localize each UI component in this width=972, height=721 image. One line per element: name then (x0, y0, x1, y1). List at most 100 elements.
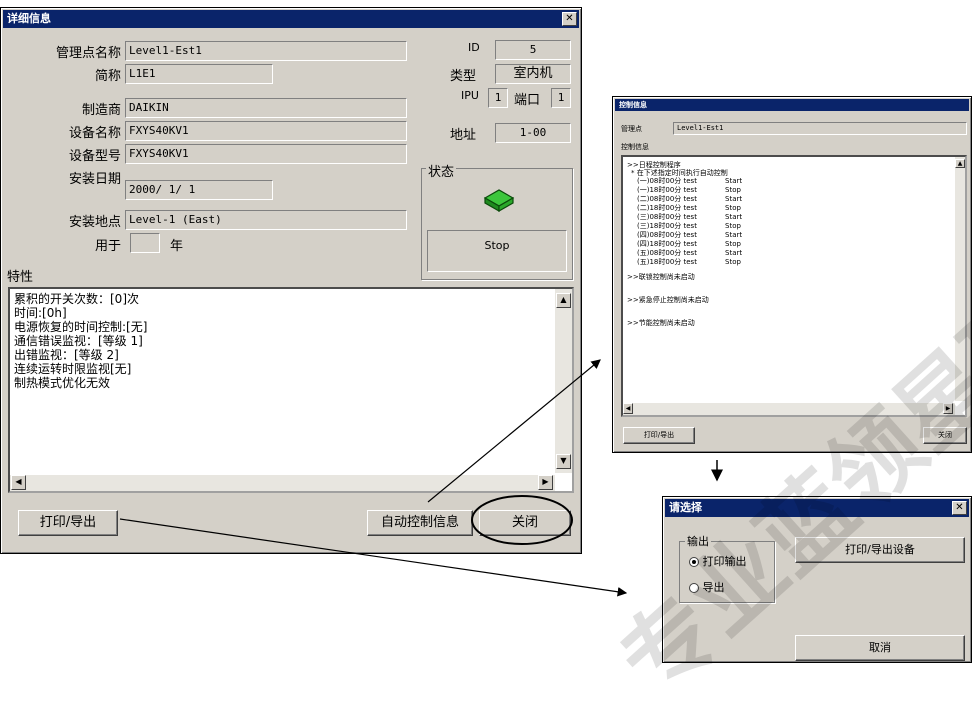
control-scroll-right-icon[interactable]: ▶ (943, 403, 953, 414)
traits-line: 累积的开关次数：[0]次 (14, 292, 139, 306)
schedule-row: (五)18时00分 test Stop (637, 258, 742, 267)
control-mgmt-label: 管理点 (621, 125, 642, 133)
install-place-label: 安装地点 (68, 215, 121, 230)
indoor-unit-icon (483, 189, 515, 212)
device-model-label: 设备型号 (68, 149, 121, 164)
port-label: 端口 (514, 93, 541, 108)
schedule-action: Stop (725, 240, 741, 248)
traits-line: 电源恢复的时间控制:[无] (14, 320, 148, 334)
schedule-time: (一)08时00分 test (637, 177, 697, 185)
radio-checked-icon (689, 557, 699, 567)
schedule-note: >>节能控制尚未启动 (627, 319, 695, 327)
schedule-time: (四)08时00分 test (637, 231, 697, 239)
mgmt-name-label: 管理点名称 (55, 46, 121, 61)
type-label: 类型 (450, 69, 477, 84)
maker-field: DAIKIN (125, 98, 407, 118)
horizontal-scrollbar[interactable]: ◀ ▶ (10, 475, 555, 491)
status-group-title: 状态 (426, 161, 457, 180)
device-model-field: FXYS40KV1 (125, 144, 407, 164)
device-name-label: 设备名称 (68, 126, 121, 141)
used-for-label: 用于 (94, 239, 121, 254)
control-close-button[interactable]: 关闭 (923, 427, 967, 444)
schedule-action: Start (725, 231, 743, 239)
maker-label: 制造商 (81, 103, 121, 118)
schedule-row: (三)08时00分 test Start (637, 213, 742, 222)
scroll-left-icon[interactable]: ◀ (11, 475, 26, 490)
control-vertical-scrollbar[interactable]: ▲ (955, 157, 965, 401)
vertical-scrollbar[interactable]: ▲ ▼ (555, 289, 572, 473)
control-scroll-left-icon[interactable]: ◀ (623, 403, 633, 414)
control-info-label: 控制信息 (621, 143, 649, 151)
schedule-row: (四)08时00分 test Start (637, 231, 742, 240)
traits-line: 出错监视：[等级 2] (14, 348, 119, 362)
schedule-time: (四)18时00分 test (637, 240, 697, 248)
radio-export-label: 导出 (702, 581, 725, 594)
schedule-action: Start (725, 249, 743, 257)
schedule-row: (二)18时00分 test Stop (637, 204, 742, 213)
select-titlebar: 请选择 ✕ (665, 499, 969, 517)
schedule-row: (五)08时00分 test Start (637, 249, 742, 258)
schedule-time: (一)18时00分 test (637, 186, 697, 194)
schedule-time: (二)18时00分 test (637, 204, 697, 212)
used-for-unit: 年 (170, 239, 184, 254)
auto-control-info-button[interactable]: 自动控制信息 (367, 510, 473, 536)
traits-memo: 累积的开关次数：[0]次 时间:[0h] 电源恢复的时间控制:[无] 通信错误监视：[… (8, 287, 574, 493)
radio-export[interactable]: 导出 (689, 579, 725, 595)
id-field: 5 (495, 40, 571, 60)
scroll-down-icon[interactable]: ▼ (556, 454, 571, 469)
id-label-visible: ID (468, 41, 480, 54)
install-place-field: Level-1 (East) (125, 210, 407, 230)
schedule-row: (一)08时00分 test Start (637, 177, 742, 186)
radio-print-output[interactable]: 打印输出 (689, 553, 747, 569)
schedule-row: (四)18时00分 test Stop (637, 240, 742, 249)
control-info-dialog: 控制信息 管理点 Level1-Est1 控制信息 >>日程控制程序 * 在下述… (612, 96, 972, 453)
details-titlebar: 详细信息 ✕ (3, 10, 579, 28)
control-print-export-button[interactable]: 打印/导出 (623, 427, 695, 444)
close-icon[interactable]: ✕ (562, 12, 577, 26)
type-field: 室内机 (495, 64, 571, 84)
device-name-field: FXYS40KV1 (125, 121, 407, 141)
traits-line: 制热模式优化无效 (14, 376, 111, 390)
traits-line: 时间:[0h] (14, 306, 67, 320)
print-export-button[interactable]: 打印/导出 (18, 510, 118, 536)
control-scroll-up-icon[interactable]: ▲ (955, 159, 965, 168)
select-title: 请选择 (669, 501, 702, 514)
address-label: 地址 (450, 128, 477, 143)
abbr-field: L1E1 (125, 64, 273, 84)
schedule-action: Stop (725, 186, 741, 194)
schedule-action: Stop (725, 204, 741, 212)
traits-label: 特性 (7, 270, 34, 285)
radio-print-output-label: 打印输出 (702, 555, 747, 568)
details-title: 详细信息 (7, 12, 51, 25)
mgmt-name-field: Level1-Est1 (125, 41, 407, 61)
control-info-titlebar: 控制信息 (615, 99, 969, 111)
radio-unchecked-icon (689, 583, 699, 593)
address-field: 1-00 (495, 123, 571, 143)
control-horizontal-scrollbar[interactable]: ◀ ▶ (623, 403, 955, 415)
traits-line: 通信错误监视：[等级 1] (14, 334, 143, 348)
schedule-note: >>联锁控制尚未启动 (627, 273, 695, 281)
schedule-action: Start (725, 213, 743, 221)
ipu-label: IPU (461, 89, 479, 102)
schedule-row: (一)18时00分 test Stop (637, 186, 742, 195)
print-export-device-button[interactable]: 打印/导出设备 (795, 537, 965, 563)
select-close-icon[interactable]: ✕ (952, 501, 967, 515)
schedule-time: (三)08时00分 test (637, 213, 697, 221)
schedule-time: (二)08时00分 test (637, 195, 697, 203)
schedule-rows: (一)08时00分 test Start (一)18时00分 test Stop (二)… (637, 177, 742, 267)
cancel-button[interactable]: 取消 (795, 635, 965, 661)
control-info-title: 控制信息 (619, 101, 647, 109)
schedule-time: (三)18时00分 test (637, 222, 697, 230)
schedule-note: >>紧急停止控制尚未启动 (627, 296, 709, 304)
status-value: Stop (427, 230, 567, 272)
install-date-field: 2000/ 1/ 1 (125, 180, 273, 200)
ipu-field: 1 (488, 88, 508, 108)
schedule-action: Stop (725, 258, 741, 266)
abbr-label: 简称 (94, 69, 121, 84)
close-button[interactable]: 关闭 (479, 510, 571, 536)
port-field: 1 (551, 88, 571, 108)
select-dialog: 请选择 ✕ 输出 打印输出 导出 打印/导出设备 取消 (662, 496, 972, 663)
control-mgmt-field: Level1-Est1 (673, 122, 967, 135)
scroll-up-icon[interactable]: ▲ (556, 293, 571, 308)
scroll-right-icon[interactable]: ▶ (538, 475, 553, 490)
